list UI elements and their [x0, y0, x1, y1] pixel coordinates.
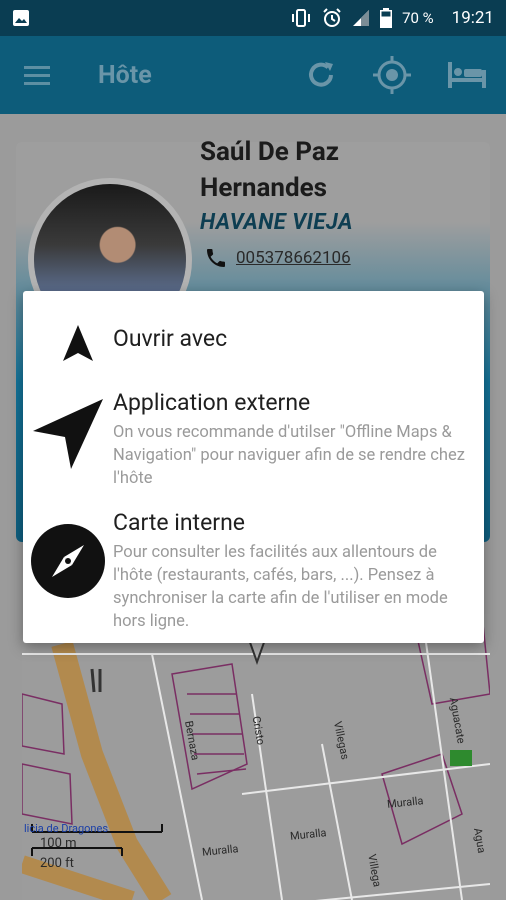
- battery-percent: 70 %: [402, 9, 434, 27]
- option-external-app-title: Application externe: [113, 389, 311, 416]
- open-with-dialog: Ouvrir avec Application externe On vous …: [23, 291, 484, 643]
- status-bar: 70 % 19:21: [0, 0, 506, 36]
- option-external-app[interactable]: Application externe On vous recommande d…: [23, 387, 484, 497]
- map-place-label: licia de Dragones: [24, 822, 109, 835]
- map-scale-imperial: 200 ft: [40, 856, 74, 871]
- dialog-title-row: Ouvrir avec: [23, 317, 484, 367]
- host-name: Saúl De Paz Hernandes: [200, 137, 339, 203]
- map-view[interactable]: licia de Dragones 100 m 200 ft Bernaza C…: [22, 614, 490, 900]
- gps-target-icon[interactable]: [372, 55, 412, 95]
- signal-icon: [353, 10, 370, 26]
- page-title: Hôte: [98, 60, 152, 90]
- gallery-notification-icon: [13, 10, 29, 26]
- navigation-send-icon: [33, 399, 103, 469]
- phone-icon: [207, 249, 225, 267]
- host-phone[interactable]: 005378662106: [204, 246, 351, 270]
- dialog-title: Ouvrir avec: [113, 325, 228, 352]
- hamburger-icon[interactable]: [24, 65, 62, 85]
- compass-icon: [31, 524, 105, 598]
- app-bar: Hôte: [0, 36, 506, 114]
- map-scale-metric: 100 m: [40, 836, 77, 851]
- host-city: HAVANE VIEJA: [200, 210, 353, 235]
- bed-icon[interactable]: [446, 60, 488, 90]
- vibrate-icon: [292, 9, 311, 27]
- phone-number[interactable]: 005378662106: [236, 248, 351, 268]
- option-external-app-description: On vous recommande d'utilser "Offline Ma…: [113, 423, 465, 488]
- option-internal-map-title: Carte interne: [113, 509, 245, 536]
- option-internal-map-description: Pour consulter les facilités aux allento…: [113, 543, 448, 631]
- battery-icon: [380, 8, 393, 28]
- option-internal-map[interactable]: Carte interne Pour consulter les facilit…: [23, 507, 484, 637]
- refresh-icon[interactable]: [304, 58, 338, 92]
- navigation-arrow-icon: [63, 325, 93, 361]
- clock: 19:21: [451, 8, 494, 28]
- alarm-icon: [323, 8, 341, 27]
